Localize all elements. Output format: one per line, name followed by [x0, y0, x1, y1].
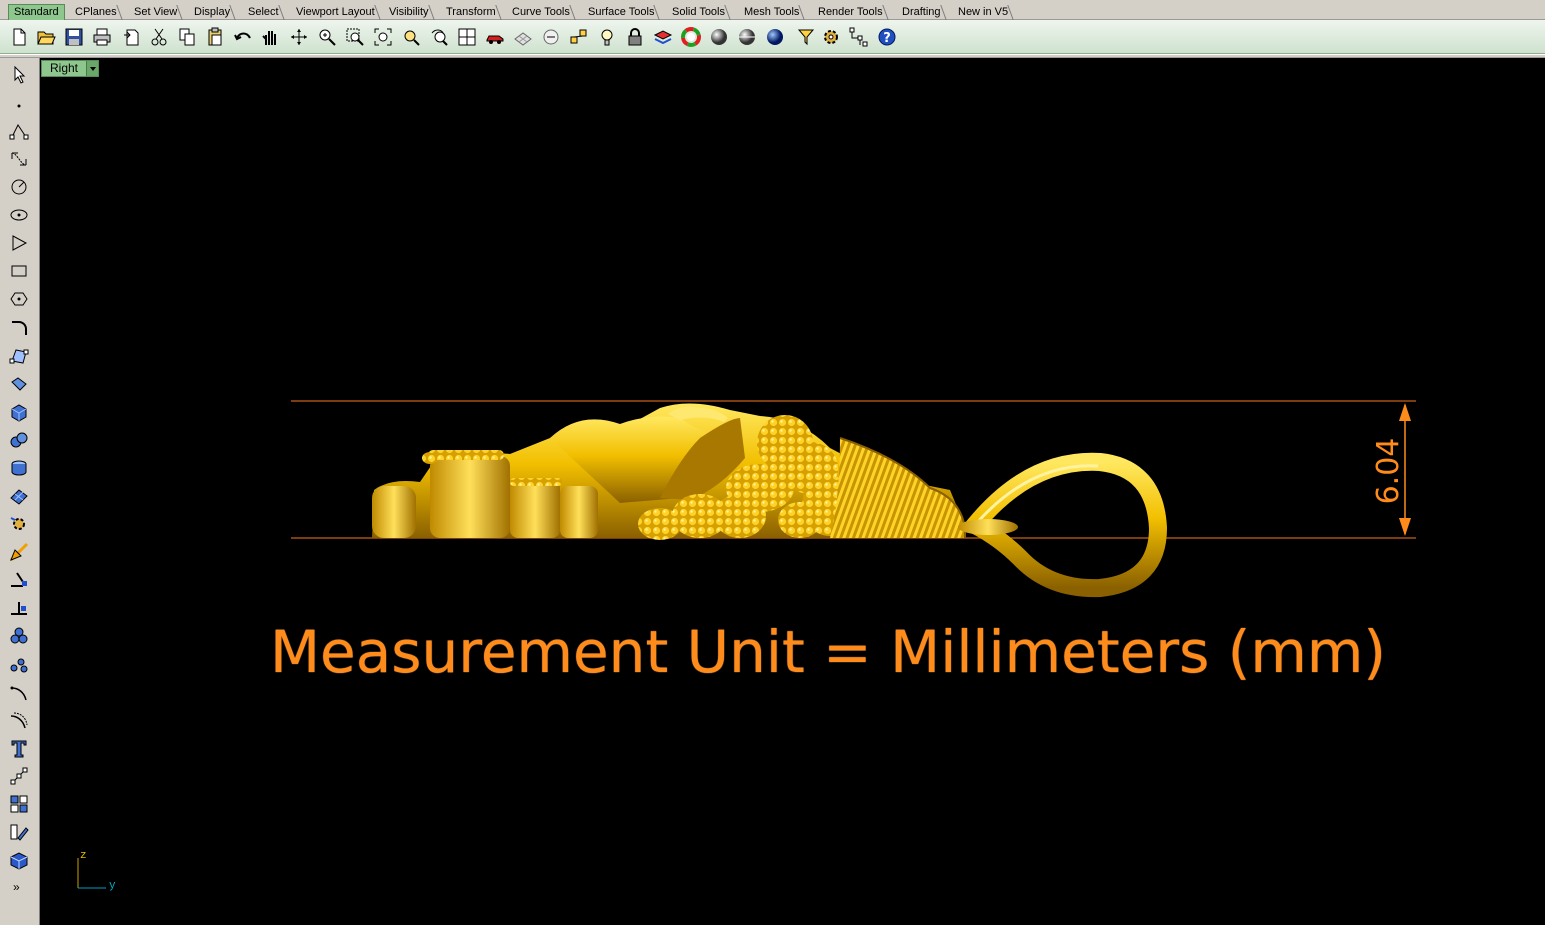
dimension-icon[interactable]	[848, 26, 870, 48]
axis-y-label: y	[109, 880, 116, 892]
circle-icon[interactable]	[7, 175, 31, 199]
boolean-ops-icon[interactable]	[7, 624, 31, 648]
viewport-title-label[interactable]: Right	[42, 61, 86, 76]
cut-icon[interactable]	[148, 26, 170, 48]
right-viewport[interactable]: 6.04 Right Measurement Unit = Millimeter…	[40, 58, 1545, 925]
rectangle-icon[interactable]	[7, 259, 31, 283]
viewport-title-tab[interactable]: Right	[41, 60, 100, 77]
tab-mesh-tools[interactable]: Mesh Tools	[738, 5, 799, 20]
paste-icon[interactable]	[204, 26, 226, 48]
save-icon[interactable]	[63, 26, 85, 48]
toolbar-tab-bar: Standard CPlanes Set View Display Select…	[0, 0, 1545, 21]
dimension-tool-icon[interactable]	[7, 568, 31, 592]
cylinder-icon[interactable]	[7, 456, 31, 480]
dimension-value[interactable]: 6.04	[1371, 438, 1406, 505]
tab-set-view[interactable]: Set View	[128, 5, 177, 20]
tab-display[interactable]: Display	[188, 5, 230, 20]
zoom-extents-icon[interactable]	[372, 26, 394, 48]
box-solid-icon[interactable]	[7, 400, 31, 424]
settings-gear-icon[interactable]	[820, 26, 842, 48]
text-object-icon[interactable]	[7, 736, 31, 760]
fillet-curve-icon[interactable]	[7, 316, 31, 340]
polyline-icon[interactable]	[7, 119, 31, 143]
zoom-selected-icon[interactable]	[400, 26, 422, 48]
shaded-sphere-icon[interactable]	[708, 26, 730, 48]
new-file-icon[interactable]	[8, 26, 30, 48]
object-snap-icon[interactable]	[568, 26, 590, 48]
edit-icon[interactable]	[7, 820, 31, 844]
offset-curve-icon[interactable]	[7, 708, 31, 732]
transform-gear-icon[interactable]	[7, 512, 31, 536]
boolean-union-icon[interactable]	[7, 428, 31, 452]
gold-pendant-model	[372, 403, 1168, 598]
group-icon[interactable]	[7, 792, 31, 816]
world-axes-icon	[77, 858, 106, 889]
ellipse-icon[interactable]	[7, 203, 31, 227]
curve-icon[interactable]	[7, 147, 31, 171]
render-box-icon[interactable]	[7, 848, 31, 872]
main-left-toolbar: »	[0, 58, 40, 925]
color-wheel-icon[interactable]	[680, 26, 702, 48]
mesh-icon[interactable]	[7, 484, 31, 508]
grid-snap-icon[interactable]	[512, 26, 534, 48]
select-arrow-icon[interactable]	[7, 62, 31, 86]
array-icon[interactable]	[7, 652, 31, 676]
svg-text:?: ?	[883, 31, 891, 46]
rhino-window: Standard CPlanes Set View Display Select…	[0, 0, 1545, 925]
tab-render-tools[interactable]: Render Tools	[812, 5, 883, 20]
surface-points-icon[interactable]	[7, 344, 31, 368]
analyze-icon[interactable]	[7, 540, 31, 564]
tab-curve-tools[interactable]: Curve Tools	[506, 5, 570, 20]
zoom-window-icon[interactable]	[344, 26, 366, 48]
rotate-curve-icon[interactable]	[7, 680, 31, 704]
extrude-surface-icon[interactable]	[7, 372, 31, 396]
cplane-icon[interactable]	[540, 26, 562, 48]
measurement-caption: Measurement Unit = Millimeters (mm)	[270, 618, 1387, 686]
tab-standard[interactable]: Standard	[8, 4, 65, 21]
pan-hand-icon[interactable]	[259, 26, 281, 48]
blue-sphere-icon[interactable]	[764, 26, 786, 48]
rotate-view-icon[interactable]	[288, 26, 310, 48]
axis-z-label: z	[80, 850, 87, 862]
tab-new-in-v5[interactable]: New in V5	[952, 5, 1008, 20]
tab-viewport-layout[interactable]: Viewport Layout	[290, 5, 375, 20]
car-object-icon[interactable]	[484, 26, 506, 48]
tab-visibility[interactable]: Visibility	[383, 5, 429, 20]
point-icon[interactable]	[7, 90, 31, 114]
tab-transform[interactable]: Transform	[440, 5, 496, 20]
undo-view-icon[interactable]	[428, 26, 450, 48]
dimension-arrow-up	[1399, 403, 1411, 421]
dimension-arrow-down	[1399, 518, 1411, 536]
more-tools-icon[interactable]: »	[13, 880, 20, 894]
tab-drafting[interactable]: Drafting	[896, 5, 941, 20]
viewport-layout-icon[interactable]	[456, 26, 478, 48]
text-align-icon[interactable]	[7, 596, 31, 620]
standard-toolbar: ?	[0, 20, 1545, 54]
light-bulb-icon[interactable]	[596, 26, 618, 48]
tab-select[interactable]: Select	[242, 5, 279, 20]
help-icon[interactable]: ?	[876, 26, 898, 48]
hexagon-icon[interactable]	[7, 287, 31, 311]
print-icon[interactable]	[91, 26, 113, 48]
tab-surface-tools[interactable]: Surface Tools	[582, 5, 654, 20]
layer-icon[interactable]	[652, 26, 674, 48]
polygon-icon[interactable]	[7, 231, 31, 255]
copy-icon[interactable]	[176, 26, 198, 48]
viewport-scene: 6.04	[291, 400, 1416, 598]
undo-icon[interactable]	[232, 26, 254, 48]
tab-solid-tools[interactable]: Solid Tools	[666, 5, 725, 20]
chevron-down-icon[interactable]	[86, 61, 99, 76]
zoom-dynamic-icon[interactable]	[316, 26, 338, 48]
tab-cplanes[interactable]: CPlanes	[69, 5, 117, 20]
import-icon[interactable]	[120, 26, 142, 48]
open-folder-icon[interactable]	[35, 26, 57, 48]
filter-icon[interactable]	[796, 26, 818, 48]
rendered-sphere-icon[interactable]	[736, 26, 758, 48]
snap-points-icon[interactable]	[7, 764, 31, 788]
lock-icon[interactable]	[624, 26, 646, 48]
